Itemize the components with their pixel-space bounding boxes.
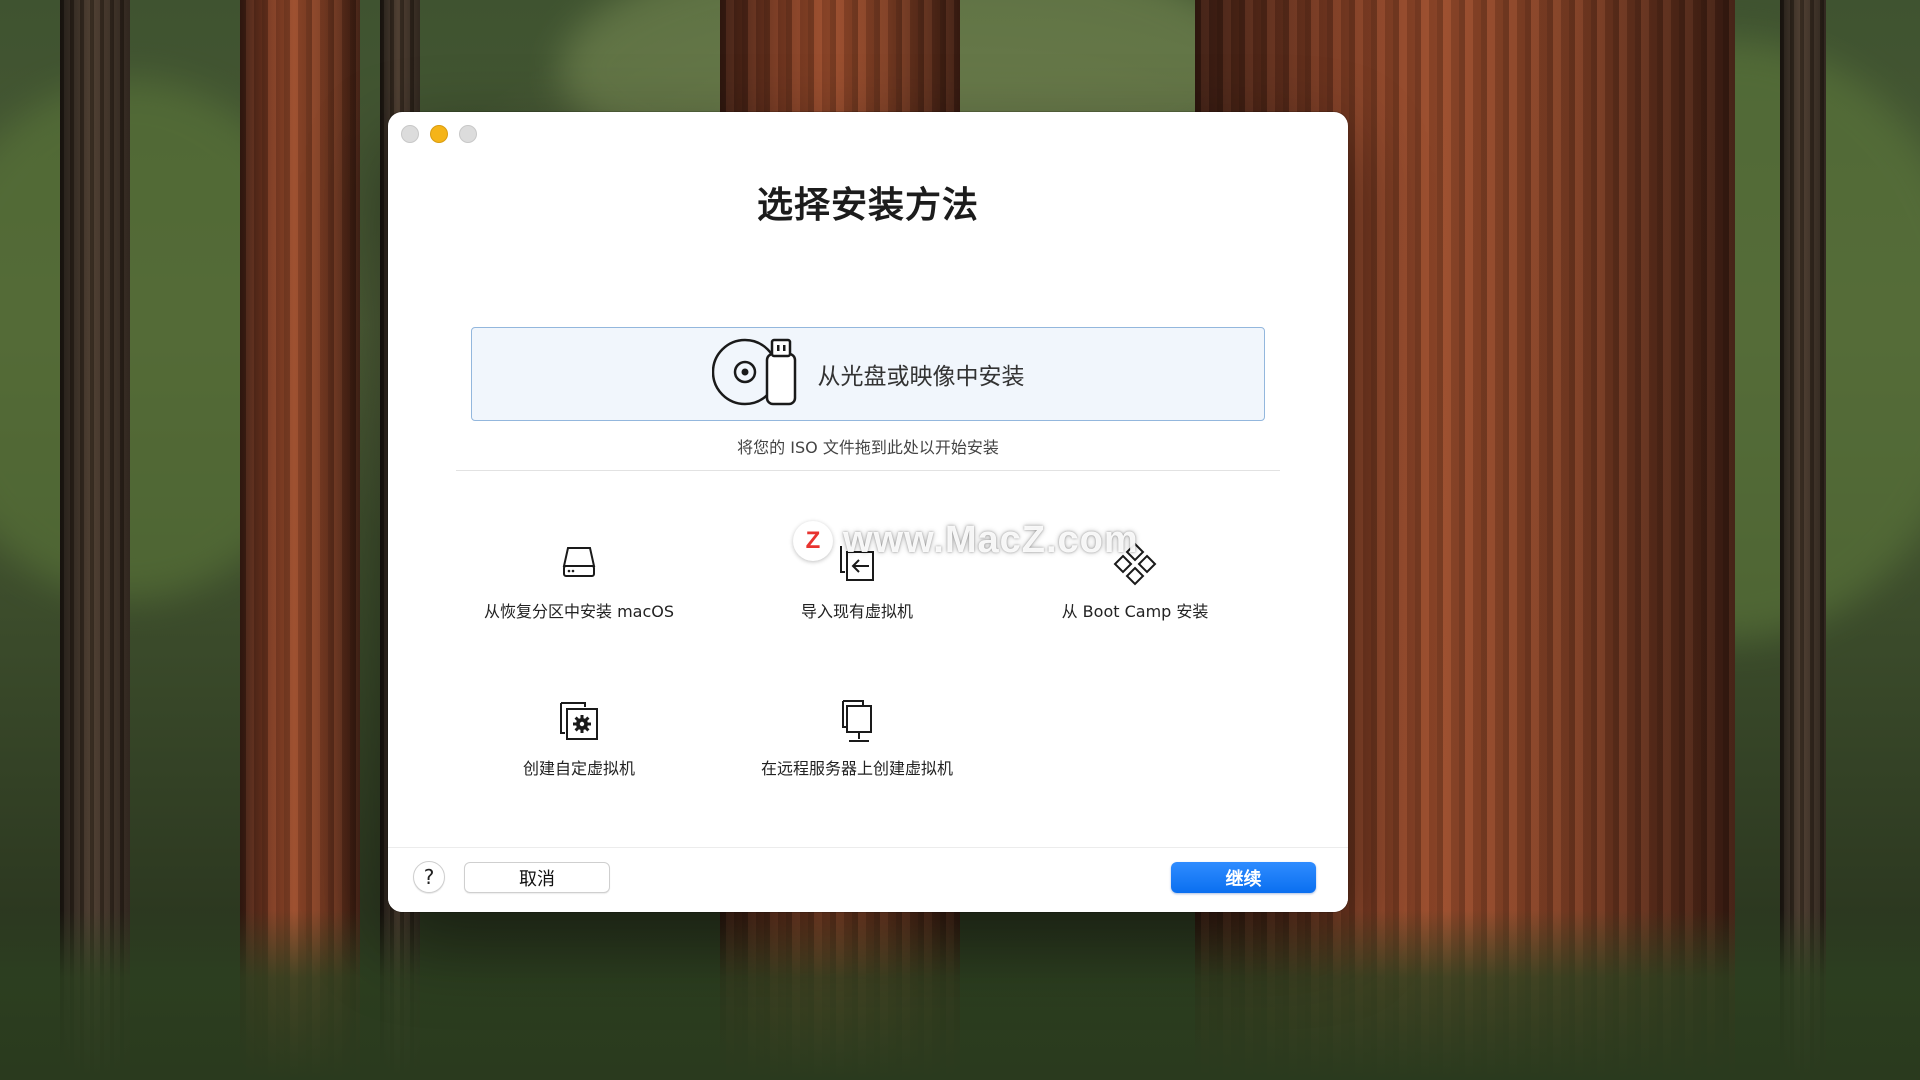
page-title: 选择安装方法 [756,185,979,226]
installation-assistant-window: 选择安装方法 从光盘或映像中安装 将您的 ISO 文件拖到此处以开始安装 从恢复… [388,112,1348,912]
help-button[interactable]: ? [413,861,445,893]
option-label: 从恢复分区中安装 macOS [483,602,675,621]
option-label: 在远程服务器上创建虚拟机 [760,759,953,778]
divider [456,470,1280,471]
disc-and-usb-icon [711,336,798,412]
option-install-from-boot-camp[interactable]: 从 Boot Camp 安装 [996,506,1274,626]
forest-floor [0,910,1920,1080]
option-label: 导入现有虚拟机 [800,602,913,621]
minimize-button[interactable] [430,125,448,143]
option-create-custom-vm[interactable]: 创建自定虚拟机 [440,663,718,783]
window-controls [401,125,477,143]
continue-button[interactable]: 继续 [1171,862,1316,893]
dropzone-label: 从光盘或映像中安装 [817,364,1025,390]
option-install-macos-from-recovery[interactable]: 从恢复分区中安装 macOS [440,506,718,626]
option-label: 从 Boot Camp 安装 [1061,602,1209,621]
option-create-vm-on-remote-server[interactable]: 在远程服务器上创建虚拟机 [718,663,996,783]
zoom-button[interactable] [459,125,477,143]
dialog-footer: ? 取消 继续 [388,847,1348,912]
install-from-image-dropzone[interactable]: 从光盘或映像中安装 [471,327,1265,421]
close-button[interactable] [401,125,419,143]
custom-vm-gear-icon [557,699,601,747]
cancel-button[interactable]: 取消 [464,862,610,893]
import-vm-icon [835,542,879,588]
dropzone-hint: 将您的 ISO 文件拖到此处以开始安装 [737,438,999,457]
remote-server-icon [837,699,877,749]
option-import-existing-vm[interactable]: 导入现有虚拟机 [718,506,996,626]
boot-camp-icon [1113,542,1157,590]
hard-drive-icon [559,542,599,586]
option-label: 创建自定虚拟机 [522,759,635,778]
